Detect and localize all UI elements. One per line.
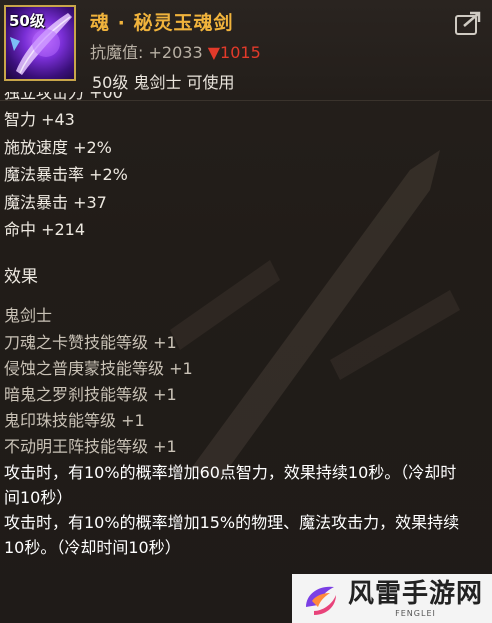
tooltip-header: 50级 魂 · 秘灵玉魂剑 抗魔值: +2033 ▼1015 50级 鬼剑士 可…: [0, 0, 492, 101]
effect-class-name: 鬼剑士: [4, 305, 53, 325]
share-icon: [455, 11, 481, 35]
tooltip-body: 独立攻击力 +00 智力 +43 施放速度 +2% 魔法暴击率 +2% 魔法暴击…: [4, 92, 484, 560]
skill-bonus-line: 刀魂之卡赞技能等级 +1: [4, 332, 177, 352]
skill-bonus-line: 鬼印珠技能等级 +1: [4, 410, 145, 430]
skill-bonus-line: 侵蚀之普庚蒙技能等级 +1: [4, 358, 193, 378]
effects-title: 效果: [4, 266, 38, 287]
stat-line-intelligence: 智力 +43: [4, 110, 75, 129]
proc-effect-intelligence: 攻击时，有10%的概率增加60点智力，效果持续10秒。（冷却时间10秒）: [4, 462, 457, 507]
watermark-text: 风雷手游网 FENGLEI: [348, 579, 483, 618]
watermark-sub: FENGLEI: [395, 609, 436, 618]
item-icon-frame[interactable]: 50级: [4, 5, 76, 81]
item-level-badge: 50级: [9, 12, 45, 30]
stat-line-hit: 命中 +214: [4, 220, 86, 239]
watermark-name: 风雷手游网: [348, 579, 484, 609]
resist-decrease-arrow: ▼: [207, 43, 221, 62]
resist-value: +2033: [148, 43, 203, 62]
stat-line-magic-crit: 魔法暴击 +37: [4, 192, 107, 212]
fenglei-logo-icon: [306, 586, 336, 615]
skill-bonus-line: 不动明王阵技能等级 +1: [4, 436, 177, 456]
resist-row: 抗魔值: +2033 ▼1015: [90, 39, 261, 63]
item-requirement: 50级 鬼剑士 可使用: [92, 73, 235, 92]
stat-line-partial: 独立攻击力 +00: [4, 92, 123, 102]
stat-line-cast-speed: 施放速度 +2%: [4, 137, 112, 157]
site-watermark: 风雷手游网 FENGLEI: [292, 574, 492, 623]
skill-bonus-line: 暗鬼之罗刹技能等级 +1: [4, 384, 177, 404]
proc-effect-attack: 攻击时，有10%的概率增加15%的物理、魔法攻击力，效果持续10秒。（冷却时间1…: [4, 512, 460, 557]
item-name: 魂 · 秘灵玉魂剑: [90, 12, 234, 34]
resist-decrease-value: 1015: [220, 43, 261, 62]
share-button[interactable]: [454, 10, 482, 36]
item-tooltip: 50级 魂 · 秘灵玉魂剑 抗魔值: +2033 ▼1015 50级 鬼剑士 可…: [0, 0, 492, 623]
resist-label: 抗魔值:: [90, 43, 144, 62]
stat-line-magic-crit-rate: 魔法暴击率 +2%: [4, 165, 128, 184]
